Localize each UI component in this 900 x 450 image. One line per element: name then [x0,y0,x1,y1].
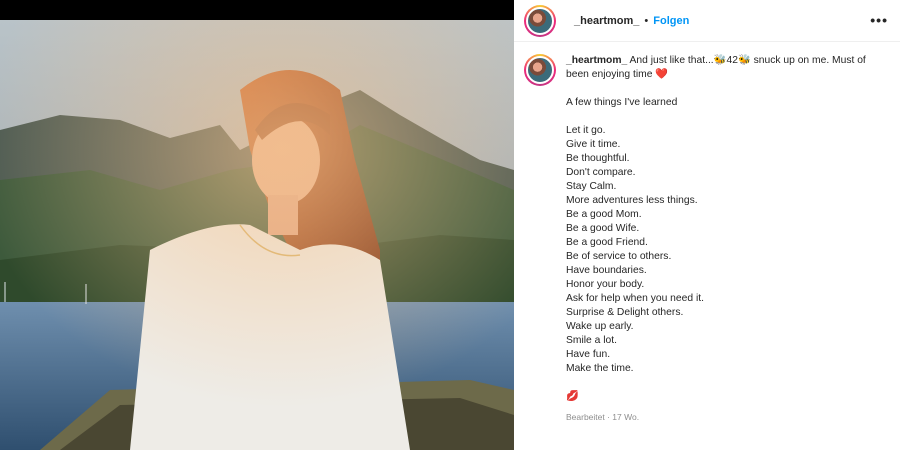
list-item: Have boundaries. [566,265,647,276]
list-item: Surprise & Delight others. [566,307,684,318]
list-item: Let it go. [566,125,606,136]
avatar-image [526,6,554,35]
list-item: Be of service to others. [566,251,672,262]
author-avatar[interactable] [524,4,556,37]
list-item: Make the time. [566,363,634,374]
follow-button[interactable]: Folgen [653,15,689,27]
post-media-pane [0,0,514,450]
kiss-emoji: 💋 [566,391,579,402]
caption-username[interactable]: _heartmom_ [566,55,627,66]
avatar-image [526,56,554,84]
caption-heading: A few things I've learned [566,97,678,108]
list-item: Honor your body. [566,279,645,290]
more-options-icon[interactable]: ••• [870,12,888,28]
post-photo[interactable] [0,20,514,450]
list-item: Stay Calm. [566,181,617,192]
list-item: Smile a lot. [566,335,617,346]
caption-avatar[interactable] [524,54,556,86]
lessons-list: Let it go. Give it time. Be thoughtful. … [566,124,888,376]
list-item: Don't compare. [566,167,636,178]
separator-dot: • [644,14,649,27]
caption-text: _heartmom_ And just like that...🐝42🐝 snu… [566,54,888,424]
post-header: _heartmom_ • Folgen ••• [514,0,900,42]
post-meta-edited-time[interactable]: Bearbeitet · 17 Wo. [566,410,888,424]
list-item: More adventures less things. [566,195,698,206]
list-item: Be a good Friend. [566,237,648,248]
list-item: Wake up early. [566,321,634,332]
post-caption: _heartmom_ And just like that...🐝42🐝 snu… [524,54,888,424]
post-sidebar: _heartmom_ • Folgen ••• _heartmom_ And j… [514,0,900,450]
list-item: Be a good Wife. [566,223,640,234]
list-item: Be a good Mom. [566,209,642,220]
heart-emoji: ❤️ [655,69,669,80]
list-item: Have fun. [566,349,611,360]
list-item: Ask for help when you need it. [566,293,704,304]
author-username[interactable]: _heartmom_ [574,15,639,27]
list-item: Be thoughtful. [566,153,630,164]
list-item: Give it time. [566,139,621,150]
